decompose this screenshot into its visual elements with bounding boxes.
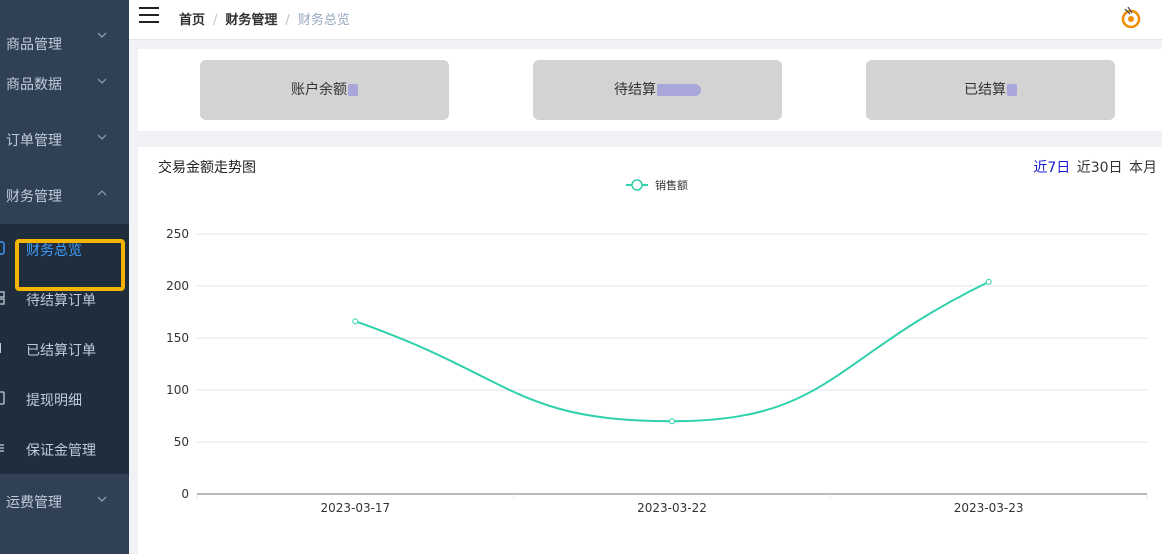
chevron-up-icon (97, 190, 107, 196)
coins-icon (0, 241, 5, 255)
redacted-value (1007, 84, 1017, 96)
y-tick-label: 200 (166, 279, 189, 293)
sidebar-item-orders[interactable]: 订单管理 (0, 112, 129, 168)
chevron-down-icon (97, 496, 107, 502)
legend-label: 销售额 (655, 178, 688, 192)
sidebar-item-label: 运费管理 (6, 495, 62, 511)
data-point (669, 418, 675, 425)
data-point (352, 318, 359, 325)
sidebar-item-label: 已结算订单 (26, 343, 96, 359)
y-tick-label: 100 (166, 383, 189, 397)
breadcrumb-finance[interactable]: 财务管理 (225, 13, 277, 28)
sidebar-item-goods-manage[interactable]: 商品管理 (0, 0, 129, 56)
sidebar-item-settled-orders[interactable]: 已结算订单 (0, 324, 129, 374)
sidebar-item-label: 保证金管理 (26, 443, 96, 459)
data-point (985, 278, 992, 285)
grid-icon (0, 291, 5, 305)
x-tick-label: 2023-03-22 (637, 501, 707, 515)
sidebar-item-label: 商品数据 (6, 77, 62, 93)
chevron-down-icon (97, 32, 107, 38)
y-tick-label: 0 (181, 487, 189, 501)
y-tick-label: 250 (166, 227, 189, 241)
sidebar-item-label: 订单管理 (6, 133, 62, 149)
breadcrumb-current: 财务总览 (297, 13, 350, 28)
sidebar-item-finance[interactable]: 财务管理 (0, 168, 129, 224)
stat-card-balance: 账户余额 (200, 60, 449, 120)
legend-marker (631, 179, 643, 191)
list-icon (0, 444, 4, 452)
x-tick-label: 2023-03-23 (954, 501, 1024, 515)
redacted-value (657, 84, 701, 96)
redacted-value (348, 84, 358, 96)
highlight-annotation (15, 239, 125, 291)
stat-label: 已结算 (964, 82, 1006, 98)
stat-label: 账户余额 (291, 82, 347, 98)
y-tick-label: 50 (174, 435, 189, 449)
breadcrumb-separator: / (213, 13, 218, 28)
sidebar-item-label: 财务管理 (6, 189, 62, 205)
chevron-down-icon (97, 134, 107, 140)
stat-label: 待结算 (614, 82, 656, 98)
sidebar-item-withdraw-detail[interactable]: 提现明细 (0, 374, 129, 424)
sidebar-item-label: 提现明细 (26, 393, 82, 409)
user-avatar-icon[interactable] (1121, 6, 1141, 28)
breadcrumb: 首页 / 财务管理 / 财务总览 (179, 9, 350, 28)
x-tick-label: 2023-03-17 (320, 501, 390, 515)
breadcrumb-separator: / (285, 13, 290, 28)
sidebar-item-goods-data[interactable]: 商品数据 (0, 56, 129, 112)
y-tick-label: 150 (166, 331, 189, 345)
breadcrumb-home[interactable]: 首页 (179, 13, 205, 28)
stat-card-pending: 待结算 (533, 60, 782, 120)
sidebar-item-label: 待结算订单 (26, 293, 96, 309)
sidebar-item-label: 商品管理 (6, 37, 62, 53)
sidebar-item-freight[interactable]: 运费管理 (0, 474, 129, 530)
summary-stats: 账户余额 待结算 已结算 (138, 49, 1162, 131)
receipt-icon (0, 391, 5, 405)
line-chart: 0 50 100 150 200 250 2023-03-17 2023-03-22 2023-… (166, 178, 1148, 515)
trend-chart-panel: 交易金额走势图 近7日 近30日 本月 0 50 100 150 200 250 2023-… (138, 147, 1162, 554)
series-line (355, 280, 990, 423)
sidebar-item-deposit[interactable]: 保证金管理 (0, 424, 129, 474)
top-navbar: 首页 / 财务管理 / 财务总览 (129, 0, 1162, 40)
flag-icon (0, 343, 1, 353)
stat-card-settled: 已结算 (866, 60, 1115, 120)
hamburger-menu-icon[interactable] (139, 7, 159, 23)
chevron-down-icon (97, 78, 107, 84)
